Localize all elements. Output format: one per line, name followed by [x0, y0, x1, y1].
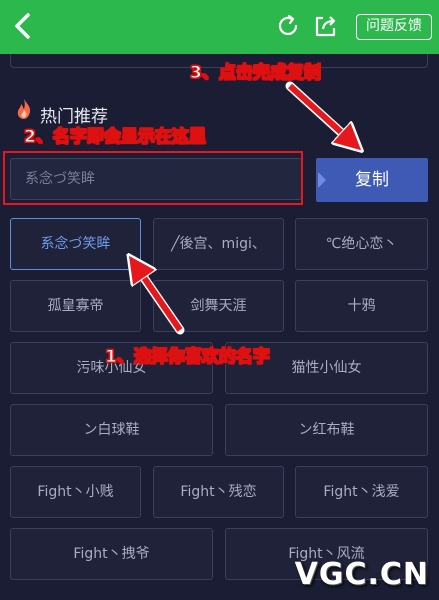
- refresh-icon[interactable]: [276, 14, 300, 38]
- name-tile[interactable]: Fight丶残恋: [153, 466, 284, 518]
- name-tile[interactable]: ン白球鞋: [10, 404, 213, 456]
- name-tile[interactable]: ℃绝心恋丶: [295, 218, 428, 270]
- arrow-step3: [285, 81, 361, 151]
- share-icon[interactable]: [313, 13, 339, 39]
- copy-button[interactable]: 复制: [316, 158, 428, 202]
- back-icon[interactable]: [10, 12, 36, 40]
- name-tile[interactable]: 系念づ笑眸: [10, 218, 141, 270]
- flame-icon: [17, 99, 31, 119]
- watermark: VGC.CN: [294, 557, 429, 592]
- annotation-highlight-box: [3, 151, 303, 205]
- name-tile[interactable]: 剑舞天涯: [153, 280, 284, 332]
- name-tile[interactable]: Fight丶拽爷: [10, 528, 213, 580]
- annotation-step1: 1、选择你喜欢的名字: [105, 347, 271, 368]
- copy-button-label: 复制: [355, 170, 389, 190]
- play-triangle-icon: [318, 172, 326, 188]
- name-tile[interactable]: 十鸦: [295, 280, 428, 332]
- name-tile[interactable]: Fight丶浅爱: [295, 466, 428, 518]
- annotation-step2: 2、名字即会显示在这里: [24, 127, 207, 148]
- name-tile[interactable]: ╱後宫、migi、: [153, 218, 284, 270]
- feedback-button[interactable]: 问题反馈: [356, 14, 432, 40]
- name-tile[interactable]: ン红布鞋: [225, 404, 428, 456]
- annotation-step3: 3、点击完成复制: [190, 63, 322, 84]
- top-bar: 问题反馈: [0, 0, 439, 54]
- name-tile[interactable]: 孤皇寡帝: [10, 280, 141, 332]
- name-tile[interactable]: Fight丶小贱: [10, 466, 141, 518]
